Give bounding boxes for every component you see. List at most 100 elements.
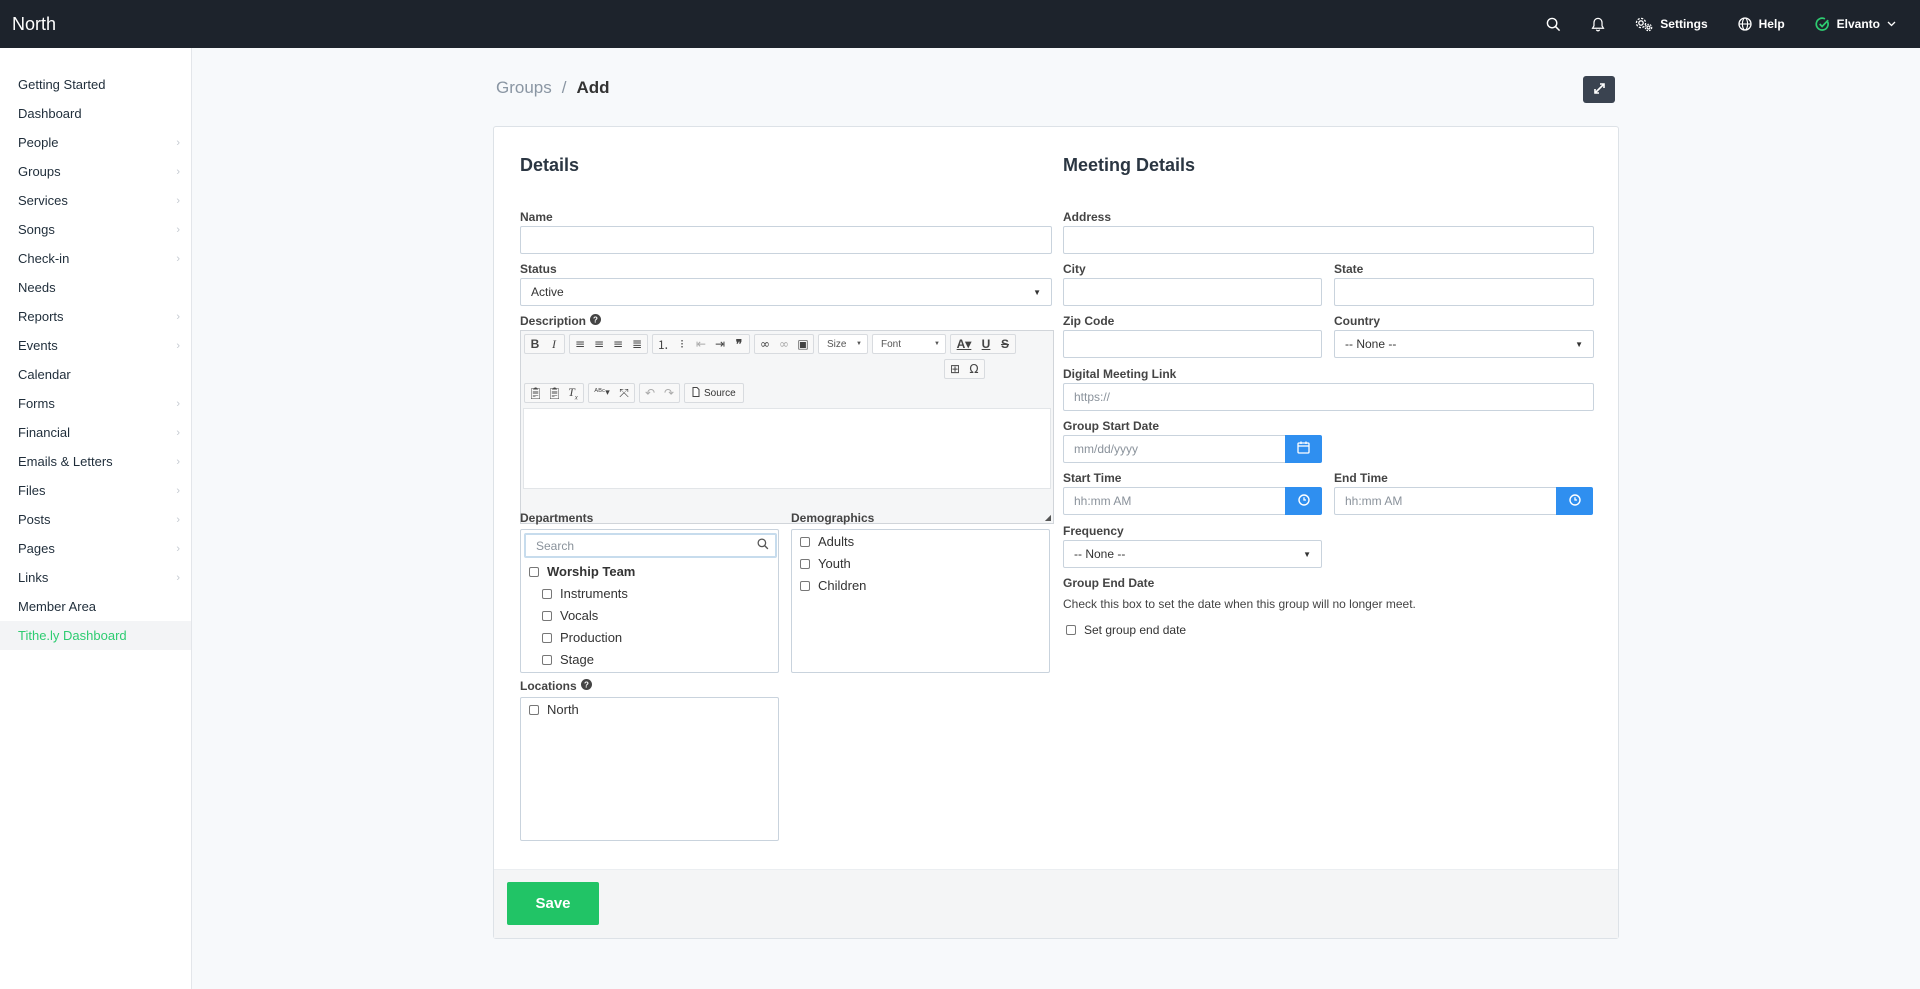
sidebar-item-services[interactable]: Services › [0, 186, 191, 215]
breadcrumb-groups-link[interactable]: Groups [496, 78, 552, 98]
sidebar-item-posts[interactable]: Posts › [0, 505, 191, 534]
sidebar-item-calendar[interactable]: Calendar [0, 360, 191, 389]
zip-code-input[interactable] [1063, 330, 1322, 358]
fullscreen-button[interactable] [1583, 76, 1615, 103]
address-input[interactable] [1063, 226, 1594, 254]
align-right-icon[interactable]: ≡ [611, 337, 625, 351]
start-time-input[interactable] [1063, 487, 1286, 515]
help-circle-icon[interactable]: ? [580, 679, 592, 693]
checkbox[interactable] [542, 588, 552, 599]
frequency-select[interactable]: -- None -- ▼ [1063, 540, 1322, 568]
checkbox[interactable] [542, 610, 552, 621]
sidebar-item-files[interactable]: Files › [0, 476, 191, 505]
sidebar-nav: Getting Started Dashboard People › Groups… [0, 48, 191, 650]
department-item-production[interactable]: Production [542, 630, 622, 645]
unlink-icon[interactable]: ∞ [777, 337, 791, 351]
align-justify-icon[interactable]: ≣ [630, 337, 644, 351]
paste-icon[interactable]: 📋︎ [528, 386, 543, 400]
sidebar-item-reports[interactable]: Reports › [0, 302, 191, 331]
demographic-item-adults[interactable]: Adults [800, 534, 854, 549]
sidebar-item-groups[interactable]: Groups › [0, 157, 191, 186]
checkbox[interactable] [800, 536, 810, 547]
end-time-input[interactable] [1334, 487, 1557, 515]
resize-handle-icon[interactable]: ◢ [1045, 513, 1051, 522]
special-char-icon[interactable]: Ω [967, 362, 981, 376]
sidebar-item-label: Events [18, 338, 58, 353]
sidebar-item-people[interactable]: People › [0, 128, 191, 157]
italic-button[interactable]: I [547, 337, 561, 352]
location-item-north[interactable]: North [529, 702, 579, 717]
description-editor-body[interactable] [523, 408, 1051, 489]
bulleted-list-icon[interactable]: ⁝ [675, 337, 689, 351]
checkbox[interactable] [542, 654, 552, 665]
department-item-stage[interactable]: Stage [542, 652, 594, 667]
date-picker-button[interactable] [1285, 435, 1322, 463]
image-icon[interactable]: ▣ [796, 337, 810, 351]
state-input[interactable] [1334, 278, 1594, 306]
align-left-icon[interactable]: ≡ [573, 337, 587, 351]
checkbox[interactable] [529, 704, 539, 715]
indent-icon[interactable]: ⇥ [713, 337, 727, 351]
size-dropdown[interactable]: Size ▼ [818, 334, 868, 354]
checkbox[interactable] [1066, 625, 1076, 635]
sidebar-item-events[interactable]: Events › [0, 331, 191, 360]
help-menu[interactable]: Help [1737, 17, 1785, 31]
numbered-list-icon[interactable]: ⒈ [656, 336, 670, 353]
department-item-worship-team[interactable]: Worship Team [529, 564, 635, 579]
department-item-vocals[interactable]: Vocals [542, 608, 598, 623]
digital-meeting-link-input[interactable] [1063, 383, 1594, 411]
sidebar-item-emails-letters[interactable]: Emails & Letters › [0, 447, 191, 476]
checkbox[interactable] [542, 632, 552, 643]
sidebar-item-pages[interactable]: Pages › [0, 534, 191, 563]
sidebar-item-tithely-dashboard[interactable]: Tithe.ly Dashboard [0, 621, 191, 650]
set-group-end-date-checkbox[interactable]: Set group end date [1066, 623, 1186, 637]
align-center-icon[interactable]: ≡ [592, 337, 606, 351]
sidebar-item-links[interactable]: Links › [0, 563, 191, 592]
outdent-icon[interactable]: ⇤ [694, 337, 708, 351]
department-item-instruments[interactable]: Instruments [542, 586, 628, 601]
link-icon[interactable]: ∞ [758, 337, 772, 351]
group-start-date-input[interactable] [1063, 435, 1286, 463]
help-circle-icon[interactable]: ? [590, 314, 602, 328]
city-input[interactable] [1063, 278, 1322, 306]
source-button[interactable]: Source [684, 383, 744, 403]
checkbox[interactable] [529, 566, 539, 577]
undo-icon[interactable]: ↶ [643, 386, 657, 400]
checkbox[interactable] [800, 558, 810, 569]
sidebar-item-getting-started[interactable]: Getting Started [0, 70, 191, 99]
settings-menu[interactable]: Settings [1635, 17, 1708, 32]
font-dropdown[interactable]: Font ▼ [872, 334, 946, 354]
start-time-picker-button[interactable] [1285, 487, 1322, 515]
spellcheck-icon[interactable]: ᴬᴮᶜ▾ [592, 388, 612, 398]
strikethrough-button[interactable]: S [998, 337, 1012, 351]
checkbox[interactable] [800, 580, 810, 591]
redo-icon[interactable]: ↷ [662, 386, 676, 400]
search-icon[interactable] [1546, 17, 1561, 32]
underline-button[interactable]: U [979, 337, 993, 351]
blockquote-icon[interactable]: ❞ [732, 337, 746, 351]
sidebar-item-forms[interactable]: Forms › [0, 389, 191, 418]
end-time-picker-button[interactable] [1556, 487, 1593, 515]
paste-text-icon[interactable]: 📋︎ [547, 386, 562, 400]
sidebar-item-financial[interactable]: Financial › [0, 418, 191, 447]
brand-name[interactable]: North [0, 14, 56, 35]
demographic-item-children[interactable]: Children [800, 578, 866, 593]
remove-format-icon[interactable]: Tx [566, 385, 580, 401]
departments-search-input[interactable]: Search [524, 533, 777, 558]
demographic-item-youth[interactable]: Youth [800, 556, 851, 571]
bell-icon[interactable] [1591, 17, 1605, 32]
sidebar-item-needs[interactable]: Needs [0, 273, 191, 302]
user-menu[interactable]: Elvanto [1815, 16, 1896, 32]
status-select[interactable]: Active ▼ [520, 278, 1052, 306]
sidebar-item-dashboard[interactable]: Dashboard [0, 99, 191, 128]
text-color-button[interactable]: A▾ [954, 337, 974, 351]
name-input[interactable] [520, 226, 1052, 254]
sidebar-item-check-in[interactable]: Check-in › [0, 244, 191, 273]
country-select[interactable]: -- None -- ▼ [1334, 330, 1594, 358]
bold-button[interactable]: B [528, 337, 542, 351]
table-icon[interactable]: ⊞ [948, 362, 962, 376]
maximize-icon[interactable]: ⤧ [617, 386, 631, 401]
sidebar-item-songs[interactable]: Songs › [0, 215, 191, 244]
sidebar-item-member-area[interactable]: Member Area [0, 592, 191, 621]
save-button[interactable]: Save [507, 882, 599, 925]
